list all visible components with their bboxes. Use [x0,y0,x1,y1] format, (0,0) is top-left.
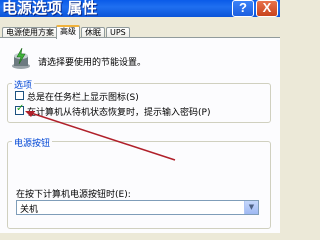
close-button[interactable]: X [256,0,278,17]
window-title: 电源选项 属性 [2,0,98,17]
prompt-password-label: 在计算机从待机状态恢复时，提示输入密码(P) [27,108,211,118]
check-mark-icon: ✓ [16,103,25,114]
tab-advanced[interactable]: 高级 [56,25,80,39]
help-button[interactable]: ? [232,0,254,17]
options-group: 选项 总是在任务栏上显示图标(S) ✓ 在计算机从待机状态恢复时，提示输入密码(… [7,78,271,123]
prompt-password-checkbox[interactable]: ✓ [15,103,25,115]
intro-text: 请选择要使用的节能设置。 [38,58,147,68]
power-options-icon [12,48,30,69]
power-buttons-group: 电源按钮 [7,136,271,229]
power-button-action-value: 关机 [20,205,39,215]
chevron-down-icon[interactable]: ▼ [244,201,258,214]
window-title-bar[interactable]: 电源选项 属性 ? X [0,0,280,17]
show-icon-label: 总是在任务栏上显示图标(S) [27,93,139,103]
advanced-tab-panel: 请选择要使用的节能设置。 选项 总是在任务栏上显示图标(S) ✓ 在计算机从待机… [0,37,280,233]
power-button-action-label: 在按下计算机电源按钮时(E): [16,190,131,200]
power-button-action-select[interactable]: 关机 ▼ [16,200,259,215]
show-icon-checkbox[interactable] [15,91,24,100]
power-buttons-group-label: 电源按钮 [12,136,53,149]
